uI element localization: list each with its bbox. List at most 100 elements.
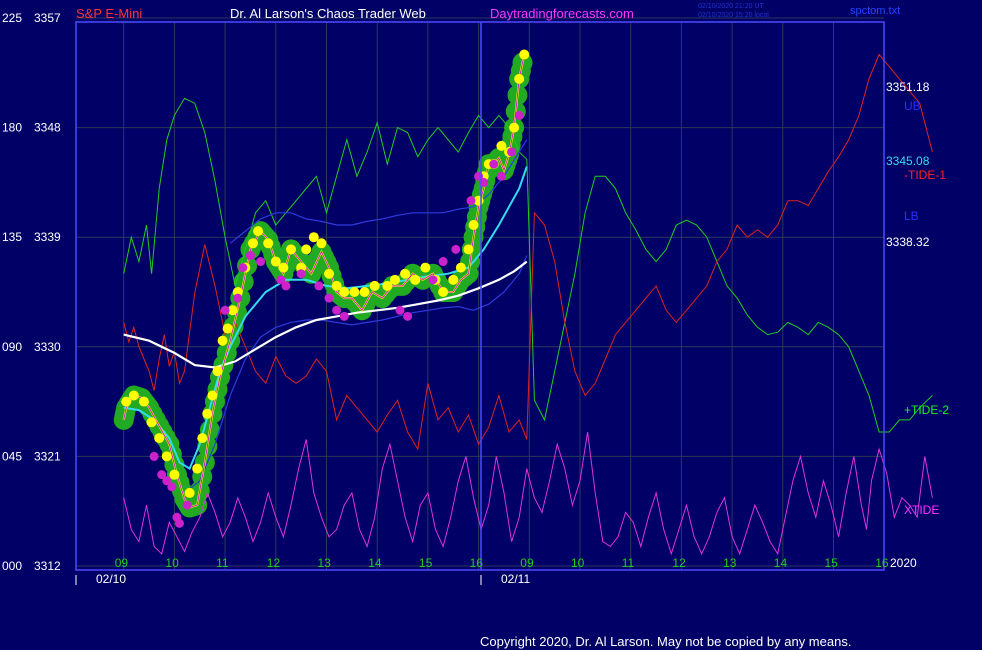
hour-label-day1: 14	[368, 556, 382, 570]
yellow-marker	[509, 122, 520, 133]
hour-label-day1: 16	[470, 556, 484, 570]
price-tick-label: 3321	[34, 449, 61, 463]
magenta-marker	[281, 281, 291, 291]
yellow-marker	[138, 396, 149, 407]
hour-label-day1: 10	[165, 556, 179, 570]
magenta-marker	[314, 281, 324, 291]
yellow-marker	[389, 274, 400, 285]
magenta-marker	[245, 250, 255, 260]
xtide-line	[123, 431, 933, 556]
yellow-marker	[253, 226, 264, 237]
magenta-marker	[174, 518, 184, 528]
hour-label-day1: 12	[267, 556, 281, 570]
magenta-marker	[395, 305, 405, 315]
osc-tick-label: 180	[2, 121, 22, 135]
ub-value-label: 3351.18	[886, 80, 930, 94]
yellow-marker	[468, 220, 479, 231]
instrument-label: S&P E-Mini	[76, 6, 142, 21]
magenta-marker	[451, 244, 461, 254]
date-label: 02/10	[96, 572, 126, 586]
price-tick-label: 3348	[34, 121, 61, 135]
yellow-marker	[463, 244, 474, 255]
file-name: spctom.txt	[850, 5, 900, 17]
yellow-marker	[128, 390, 139, 401]
magenta-marker	[332, 305, 342, 315]
yellow-marker	[410, 274, 421, 285]
site-url: Daytradingforecasts.com	[490, 6, 634, 21]
magenta-marker	[233, 293, 243, 303]
magenta-marker	[238, 263, 248, 273]
x-axis-labels: 09 10 11 12 13 14 15 16 09 10 11 12 13 14 15 16 02/10 02/…	[75, 556, 889, 586]
magenta-marker	[496, 171, 506, 181]
price-tick-label: 3330	[34, 340, 61, 354]
yellow-marker	[212, 366, 223, 377]
hour-label-day2: 10	[571, 556, 585, 570]
magenta-marker	[167, 482, 177, 492]
yellow-marker	[146, 417, 157, 428]
timestamp-local: 02/10/2020 15:20 local	[698, 12, 769, 19]
hour-label-day2: 11	[622, 556, 635, 570]
magenta-marker	[466, 196, 476, 206]
yellow-marker	[369, 280, 380, 291]
timestamp-ut: 02/10/2020 21:20 UT	[698, 3, 764, 10]
yellow-marker	[154, 433, 165, 444]
yellow-marker	[514, 73, 525, 84]
hour-label-day2: 14	[774, 556, 788, 570]
hour-label-day1: 09	[115, 556, 129, 570]
yellow-marker	[400, 268, 411, 279]
magenta-marker	[220, 305, 230, 315]
magenta-marker	[403, 311, 413, 321]
magenta-marker	[324, 293, 334, 303]
yellow-marker	[202, 408, 213, 419]
yellow-marker	[192, 463, 203, 474]
hour-label-day2: 12	[672, 556, 686, 570]
price-tick-label: 3339	[34, 230, 61, 244]
yellow-marker	[184, 487, 195, 498]
yellow-marker	[247, 238, 258, 249]
yellow-marker	[207, 390, 218, 401]
yellow-marker	[519, 49, 530, 60]
magenta-marker	[339, 311, 349, 321]
yellow-marker	[448, 274, 459, 285]
osc-tick-label: 000	[2, 559, 22, 573]
tide-plus-label: +TIDE-2	[904, 403, 949, 417]
magenta-marker	[514, 110, 524, 120]
magenta-marker	[182, 500, 192, 510]
hour-label-day1: 15	[419, 556, 433, 570]
magenta-marker	[149, 451, 159, 461]
year-label: 2020	[890, 556, 917, 570]
yellow-marker	[438, 287, 449, 297]
yellow-marker	[359, 287, 370, 297]
right-axis-labels: 3351.18 UB 3345.08 -TIDE-1 LB 3338.32 +T…	[886, 80, 949, 570]
yellow-marker	[316, 238, 327, 249]
magenta-marker	[428, 275, 438, 285]
osc-tick-label: 225	[2, 11, 22, 25]
magenta-marker	[296, 269, 306, 279]
magenta-marker	[256, 257, 266, 267]
xtide-label: XTIDE	[904, 503, 939, 517]
hour-label-day1: 11	[216, 556, 229, 570]
yellow-marker	[222, 323, 233, 334]
osc-tick-label: 135	[2, 230, 22, 244]
yellow-marker	[420, 262, 431, 273]
yellow-marker	[455, 262, 466, 273]
site-title: Dr. Al Larson's Chaos Trader Web	[230, 6, 426, 21]
magenta-marker	[438, 257, 448, 267]
hour-label-day2: 09	[520, 556, 534, 570]
yellow-marker	[286, 244, 297, 255]
ub-name-label: UB	[904, 99, 921, 113]
yellow-marker	[197, 433, 208, 444]
copyright-text: Copyright 2020, Dr. Al Larson. May not b…	[480, 634, 851, 649]
hour-label-day2: 16	[875, 556, 889, 570]
chart-root: S&P E-Mini Dr. Al Larson's Chaos Trader …	[0, 0, 982, 650]
tide-minus-label: -TIDE-1	[904, 168, 946, 182]
yellow-marker	[217, 335, 228, 346]
yellow-marker	[349, 287, 360, 297]
lb-value-label: 3338.32	[886, 235, 930, 249]
lb-name-label: LB	[904, 209, 919, 223]
yellow-marker	[301, 244, 312, 255]
yellow-marker	[339, 287, 350, 297]
hour-label-day1: 13	[318, 556, 332, 570]
yellow-marker	[169, 469, 180, 480]
yellow-marker	[324, 268, 335, 279]
